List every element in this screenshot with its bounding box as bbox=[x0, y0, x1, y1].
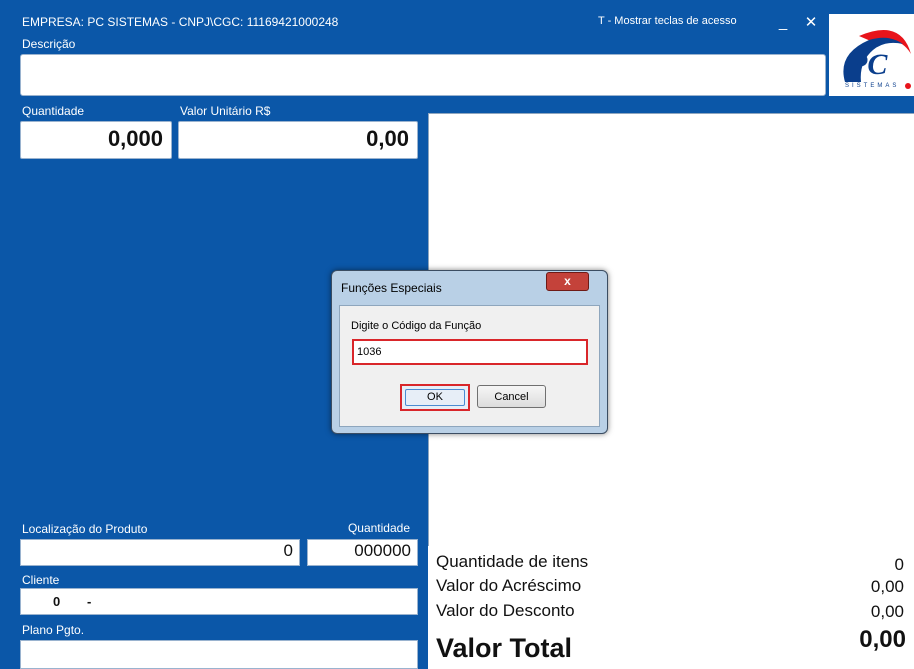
total-value: 0,00 bbox=[859, 626, 906, 653]
product-location-value: 0 bbox=[283, 541, 293, 560]
client-label: Cliente bbox=[22, 573, 60, 587]
svg-text:PC: PC bbox=[848, 48, 888, 81]
dialog-body: Digite o Código da Função OK Cancel bbox=[339, 305, 600, 427]
items-count-value: 0 bbox=[894, 555, 904, 574]
ok-button[interactable]: OK bbox=[400, 384, 470, 411]
unit-price-value: 0,00 bbox=[366, 126, 409, 151]
client-code: 0 bbox=[53, 594, 61, 609]
shortcut-hint[interactable]: T - Mostrar teclas de acesso bbox=[598, 15, 737, 27]
quantity-value: 0,000 bbox=[107, 126, 163, 151]
surcharge-label: Valor do Acréscimo bbox=[436, 576, 582, 595]
ok-button-label: OK bbox=[405, 389, 465, 406]
company-header-title: EMPRESA: PC SISTEMAS - CNPJ\CGC: 1116942… bbox=[22, 15, 339, 29]
unit-price-label: Valor Unitário R$ bbox=[180, 104, 271, 118]
minimize-button[interactable]: _ bbox=[769, 12, 797, 36]
description-field[interactable] bbox=[20, 54, 826, 96]
client-separator: - bbox=[87, 594, 92, 609]
payment-plan-field[interactable] bbox=[20, 640, 418, 669]
client-field[interactable]: 0 - bbox=[20, 588, 418, 615]
surcharge-value: 0,00 bbox=[870, 577, 904, 596]
svg-text:SISTEMAS: SISTEMAS bbox=[845, 83, 899, 89]
items-count-label: Quantidade de itens bbox=[436, 552, 589, 571]
pdv-window: EMPRESA: PC SISTEMAS - CNPJ\CGC: 1116942… bbox=[0, 0, 914, 669]
location-quantity-label: Quantidade bbox=[347, 521, 410, 535]
window-controls: _ ✕ bbox=[769, 12, 825, 36]
cancel-button[interactable]: Cancel bbox=[477, 385, 546, 408]
location-quantity-value: 000000 bbox=[354, 541, 411, 560]
quantity-field[interactable]: 0,000 bbox=[20, 121, 172, 159]
product-location-field[interactable]: 0 bbox=[20, 539, 300, 566]
close-window-button[interactable]: ✕ bbox=[797, 12, 825, 36]
special-functions-dialog: Funções Especiais x Digite o Código da F… bbox=[331, 270, 608, 434]
product-location-label: Localização do Produto bbox=[22, 522, 148, 536]
dialog-title: Funções Especiais bbox=[341, 281, 442, 295]
location-quantity-field[interactable]: 000000 bbox=[307, 539, 418, 566]
unit-price-field[interactable]: 0,00 bbox=[178, 121, 418, 159]
total-label: Valor Total bbox=[436, 633, 573, 663]
totals-summary: Quantidade de itens 0 Valor do Acréscimo… bbox=[428, 546, 914, 669]
quantity-label: Quantidade bbox=[22, 104, 85, 118]
function-code-input[interactable] bbox=[352, 339, 588, 365]
dialog-close-button[interactable]: x bbox=[546, 272, 589, 291]
pc-sistemas-logo: PC SISTEMAS bbox=[829, 14, 914, 96]
discount-value: 0,00 bbox=[870, 602, 904, 621]
pc-sistemas-logo-icon: PC SISTEMAS bbox=[843, 30, 911, 89]
function-code-prompt: Digite o Código da Função bbox=[351, 320, 482, 332]
payment-plan-label: Plano Pgto. bbox=[22, 623, 85, 637]
description-label: Descrição bbox=[22, 37, 76, 51]
discount-label: Valor do Desconto bbox=[436, 601, 575, 620]
